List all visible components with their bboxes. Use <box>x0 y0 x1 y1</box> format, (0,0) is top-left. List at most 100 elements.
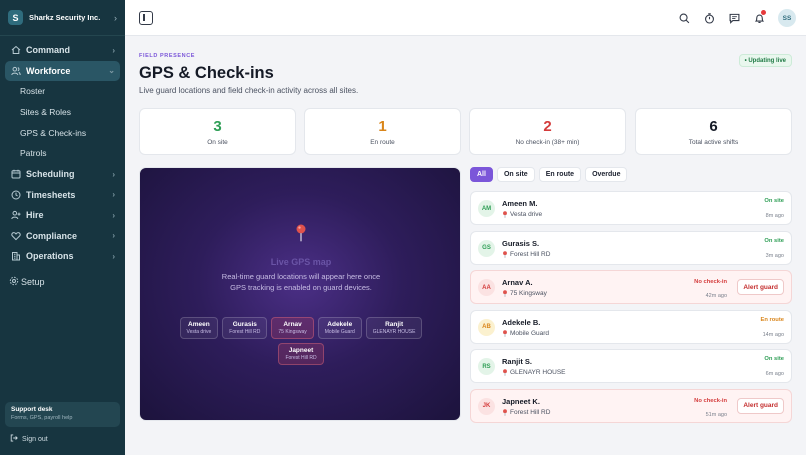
checkin-time: 6m ago <box>765 371 784 377</box>
checkin-status: On site <box>764 198 784 204</box>
support-title: Support desk <box>11 406 53 413</box>
checkin-time: 14m ago <box>762 331 784 338</box>
filter-en-route[interactable]: En route <box>538 167 582 182</box>
sidebar-item-workforce[interactable]: Workforce ⌄ <box>5 60 120 81</box>
guard-name: Japneet K. <box>502 396 540 406</box>
sidebar-item-operations[interactable]: Operations › <box>5 246 120 267</box>
user-plus-icon <box>10 210 21 221</box>
stat-card-on-site: 3 On site <box>139 108 296 155</box>
stat-value: 1 <box>378 118 387 135</box>
sign-out-label: Sign out <box>22 435 48 443</box>
brand-logo: S <box>8 10 23 25</box>
guard-chip-arnav[interactable]: Arnav 75 Kingsway <box>271 317 314 339</box>
sidebar-item-compliance[interactable]: Compliance › <box>5 225 120 246</box>
chevron-down-icon: ⌄ <box>108 66 115 76</box>
chevron-right-icon: › <box>112 190 115 199</box>
checkin-status: No check-in <box>694 279 727 285</box>
stat-card-no-check-in: 2 No check-in (38+ min) <box>469 108 626 155</box>
guard-location-text: Forest Hill RD <box>510 408 551 416</box>
map-pin-icon <box>503 211 507 218</box>
top-bar: SS <box>125 0 806 36</box>
live-status-badge: • Updating live <box>738 54 792 67</box>
checkin-row[interactable]: GS Gurasis S. Forest Hill RD On site 3m … <box>470 230 792 265</box>
sidebar-toggle-icon[interactable] <box>139 11 153 25</box>
clock-icon <box>10 189 21 200</box>
guard-location: Forest Hill RD <box>502 251 550 258</box>
guard-location: Forest Hill RD <box>502 409 550 416</box>
chat-icon[interactable] <box>724 8 744 28</box>
gear-icon <box>9 276 19 288</box>
live-gps-map[interactable]: Live GPS map Real-time guard locations w… <box>139 167 461 421</box>
guard-name: Ameen M. <box>502 199 538 208</box>
brand-switcher[interactable]: S Sharkz Security Inc. › <box>0 0 125 36</box>
checkin-row[interactable]: AB Adekele B. Mobile Guard En route 14m … <box>470 309 792 344</box>
sidebar-subitem-sites-roles[interactable]: Sites & Roles <box>0 102 125 123</box>
guard-location: GLENAYR HOUSE <box>502 369 566 376</box>
guard-location-text: Vesta drive <box>510 211 543 218</box>
chevron-right-icon: › <box>112 251 115 261</box>
chevron-right-icon: › <box>114 12 117 23</box>
guard-chip-gurasis[interactable]: Gurasis Forest Hill RD <box>222 317 268 339</box>
sidebar-subitem-patrols[interactable]: Patrols <box>0 143 125 164</box>
sidebar-item-hire[interactable]: Hire › <box>5 205 120 226</box>
alert-guard-button[interactable]: Alert guard <box>737 279 784 295</box>
home-icon <box>10 45 21 56</box>
guard-avatar: JK <box>478 397 495 415</box>
chip-name: Japneet <box>288 347 314 354</box>
sign-out-button[interactable]: Sign out <box>10 434 48 444</box>
support-subtitle: Forms, GPS, payroll help <box>11 415 73 421</box>
stat-card-en-route: 1 En route <box>304 108 461 155</box>
checkin-row[interactable]: JK Japneet K. Forest Hill RD No check-in… <box>470 388 792 423</box>
chip-location: Forest Hill RD <box>229 329 261 335</box>
chip-location: Mobile Guard <box>324 329 355 335</box>
sidebar-item-timesheets[interactable]: Timesheets › <box>5 184 120 205</box>
guard-chip-ranjit[interactable]: Ranjit GLENAYR HOUSE <box>365 317 423 339</box>
map-pin-icon <box>503 408 507 416</box>
bell-icon[interactable] <box>749 8 769 28</box>
guard-chip-adekele[interactable]: Adekele Mobile Guard <box>317 317 362 339</box>
stat-value: 2 <box>543 118 552 135</box>
filter-all[interactable]: All <box>470 167 493 182</box>
chip-location: Vesta drive <box>186 329 212 335</box>
guard-avatar: AA <box>478 279 495 296</box>
chip-location: Forest Hill RD <box>285 355 317 361</box>
map-pin-icon <box>503 369 507 376</box>
building-icon <box>10 251 21 262</box>
map-description: Real-time guard locations will appear he… <box>221 272 381 292</box>
support-desk-card[interactable]: Support desk Forms, GPS, payroll help <box>5 402 120 427</box>
stat-label: No check-in (38+ min) <box>515 139 580 146</box>
users-icon <box>10 65 21 76</box>
map-pin-icon <box>503 290 507 297</box>
timer-icon[interactable] <box>699 8 719 28</box>
user-avatar[interactable]: SS <box>778 9 796 27</box>
guard-chip-ameen[interactable]: Ameen Vesta drive <box>179 317 219 339</box>
filter-overdue[interactable]: Overdue <box>585 167 628 182</box>
checkin-row[interactable]: AM Ameen M. Vesta drive On site 8m ago <box>470 191 792 225</box>
checkin-status: On site <box>764 237 784 244</box>
guard-name: Arnav A. <box>502 278 533 287</box>
sidebar-item-setup[interactable]: Setup <box>0 276 125 288</box>
sidebar: S Sharkz Security Inc. › Command › Workf… <box>0 0 125 455</box>
sidebar-item-command[interactable]: Command › <box>5 40 120 61</box>
sidebar-subitem-roster[interactable]: Roster <box>0 81 125 102</box>
sidebar-item-label: Operations <box>26 251 74 261</box>
checkin-time: 42m ago <box>705 293 727 299</box>
filter-on-site[interactable]: On site <box>496 167 535 182</box>
guard-chip-japneet[interactable]: Japneet Forest Hill RD <box>278 343 324 365</box>
sidebar-subitem-gps-checkins[interactable]: GPS & Check-ins <box>0 122 125 143</box>
alert-guard-button[interactable]: Alert guard <box>737 397 784 414</box>
checkin-row[interactable]: AA Arnav A. 75 Kingsway No check-in 42m … <box>470 270 792 304</box>
search-icon[interactable] <box>674 8 694 28</box>
chevron-right-icon: › <box>112 210 115 220</box>
checkin-list: AM Ameen M. Vesta drive On site 8m ago G… <box>470 191 792 428</box>
checkin-row[interactable]: RS Ranjit S. GLENAYR HOUSE On site 6m ag… <box>470 349 792 383</box>
checkin-time: 51m ago <box>705 411 727 418</box>
guard-name: Adekele B. <box>502 317 541 327</box>
guard-chips: Ameen Vesta drive Gurasis Forest Hill RD… <box>140 317 460 365</box>
sidebar-item-scheduling[interactable]: Scheduling › <box>5 164 120 185</box>
sidebar-item-label: Scheduling <box>26 169 75 179</box>
main-content: FIELD PRESENCE GPS & Check-ins Live guar… <box>125 37 806 455</box>
map-pin-icon <box>296 224 306 242</box>
sidebar-item-label: Timesheets <box>26 189 76 200</box>
stats-row: 3 On site 1 En route 2 No check-in (38+ … <box>139 108 792 155</box>
